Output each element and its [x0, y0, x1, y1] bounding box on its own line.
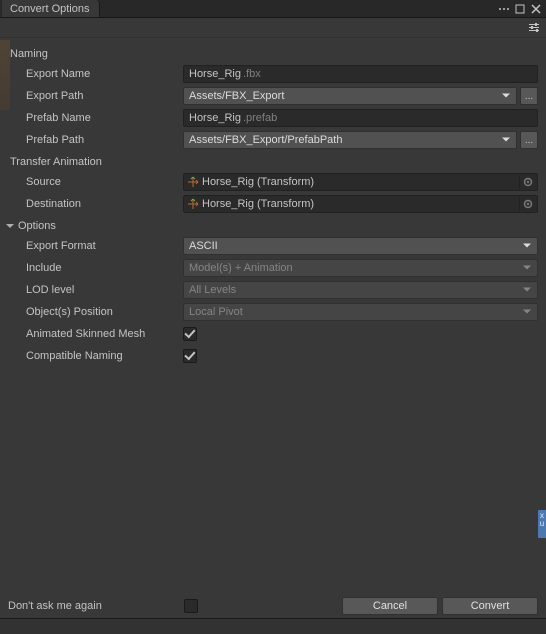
dont-ask-checkbox[interactable] — [184, 599, 198, 613]
lod-label: LOD level — [10, 284, 183, 296]
chevron-down-icon — [502, 138, 510, 143]
source-object-field[interactable]: Horse_Rig (Transform) — [183, 173, 538, 191]
compat-checkbox[interactable] — [183, 349, 197, 363]
cancel-button[interactable]: Cancel — [342, 597, 438, 615]
object-picker-icon[interactable] — [519, 197, 535, 211]
section-transfer-label: Transfer Animation — [10, 156, 102, 168]
lod-dropdown: All Levels — [183, 281, 538, 299]
prefab-name-value: Horse_Rig — [189, 112, 241, 124]
chevron-down-icon — [523, 244, 531, 249]
anim-mesh-checkbox[interactable] — [183, 327, 197, 341]
prefab-path-dropdown[interactable]: Assets/FBX_Export/PrefabPath — [183, 131, 517, 149]
close-icon[interactable] — [530, 3, 542, 15]
prefab-name-input[interactable]: Horse_Rig.prefab — [183, 109, 538, 127]
destination-object-field[interactable]: Horse_Rig (Transform) — [183, 195, 538, 213]
tab-bar: Convert Options — [0, 0, 546, 18]
section-naming: Naming — [10, 48, 538, 60]
destination-value: Horse_Rig (Transform) — [202, 198, 314, 210]
anim-mesh-label: Animated Skinned Mesh — [10, 328, 183, 340]
include-label: Include — [10, 262, 183, 274]
section-naming-label: Naming — [10, 48, 48, 60]
compat-label: Compatible Naming — [10, 350, 183, 362]
settings-icon[interactable] — [528, 22, 540, 34]
export-path-label: Export Path — [10, 90, 183, 102]
chevron-down-icon — [523, 288, 531, 293]
include-value: Model(s) + Animation — [189, 262, 293, 274]
chevron-down-icon — [502, 94, 510, 99]
section-transfer: Transfer Animation — [10, 156, 538, 168]
lod-value: All Levels — [189, 284, 236, 296]
export-name-value: Horse_Rig — [189, 68, 241, 80]
position-dropdown: Local Pivot — [183, 303, 538, 321]
browse-export-path-button[interactable]: ... — [520, 87, 538, 105]
include-dropdown: Model(s) + Animation — [183, 259, 538, 277]
status-bar — [0, 618, 546, 634]
position-label: Object(s) Position — [10, 306, 183, 318]
object-picker-icon[interactable] — [519, 175, 535, 189]
prefab-name-label: Prefab Name — [10, 112, 183, 124]
secondary-toolbar — [0, 18, 546, 38]
browse-prefab-path-button[interactable]: ... — [520, 131, 538, 149]
section-options-label: Options — [18, 220, 56, 232]
tab-convert-options[interactable]: Convert Options — [2, 0, 100, 17]
transform-icon — [187, 198, 199, 210]
source-value: Horse_Rig (Transform) — [202, 176, 314, 188]
export-path-dropdown[interactable]: Assets/FBX_Export — [183, 87, 517, 105]
chevron-down-icon — [523, 310, 531, 315]
footer: Don't ask me again Cancel Convert — [0, 594, 546, 634]
prefab-name-suffix: .prefab — [243, 112, 277, 124]
export-path-value: Assets/FBX_Export — [189, 90, 284, 102]
prefab-path-label: Prefab Path — [10, 134, 183, 146]
convert-button[interactable]: Convert — [442, 597, 538, 615]
collapsed-panel-tab[interactable]: xu — [538, 510, 546, 538]
chevron-down-icon — [523, 266, 531, 271]
source-label: Source — [10, 176, 183, 188]
foldout-icon — [6, 222, 16, 230]
position-value: Local Pivot — [189, 306, 243, 318]
export-format-label: Export Format — [10, 240, 183, 252]
dont-ask-label: Don't ask me again — [8, 600, 102, 612]
export-name-input[interactable]: Horse_Rig.fbx — [183, 65, 538, 83]
export-name-suffix: .fbx — [243, 68, 261, 80]
export-format-value: ASCII — [189, 240, 218, 252]
section-options[interactable]: Options — [6, 220, 538, 232]
menu-icon[interactable] — [498, 3, 510, 15]
transform-icon — [187, 176, 199, 188]
export-format-dropdown[interactable]: ASCII — [183, 237, 538, 255]
destination-label: Destination — [10, 198, 183, 210]
background-sliver — [0, 40, 10, 110]
prefab-path-value: Assets/FBX_Export/PrefabPath — [189, 134, 342, 146]
export-name-label: Export Name — [10, 68, 183, 80]
maximize-icon[interactable] — [514, 3, 526, 15]
